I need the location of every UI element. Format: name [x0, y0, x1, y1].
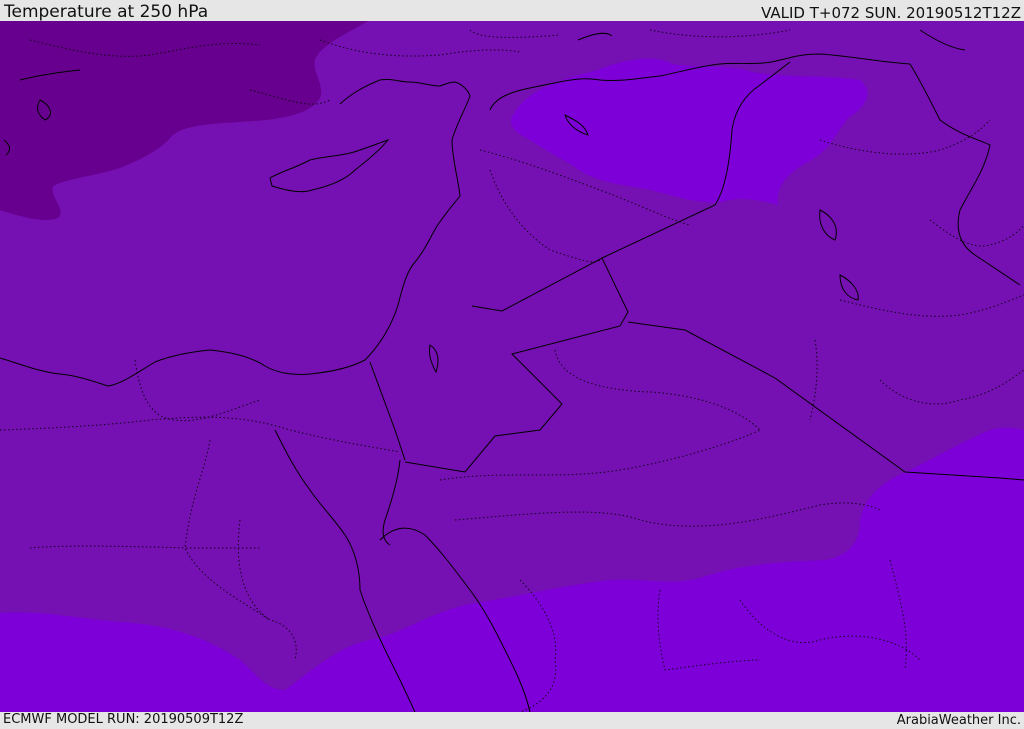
- credit-label: ArabiaWeather Inc.: [896, 713, 1021, 728]
- model-run-label: ECMWF MODEL RUN: 20190509T12Z: [3, 712, 244, 727]
- footer-bar: ECMWF MODEL RUN: 20190509T12Z ArabiaWeat…: [0, 712, 1024, 729]
- temperature-map[interactable]: [0, 21, 1024, 712]
- map-title: Temperature at 250 hPa: [4, 2, 209, 22]
- header-bar: Temperature at 250 hPa VALID T+072 SUN. …: [0, 0, 1024, 22]
- valid-time: VALID T+072 SUN. 20190512T12Z: [761, 4, 1021, 22]
- forecast-map-page: Temperature at 250 hPa VALID T+072 SUN. …: [0, 0, 1024, 729]
